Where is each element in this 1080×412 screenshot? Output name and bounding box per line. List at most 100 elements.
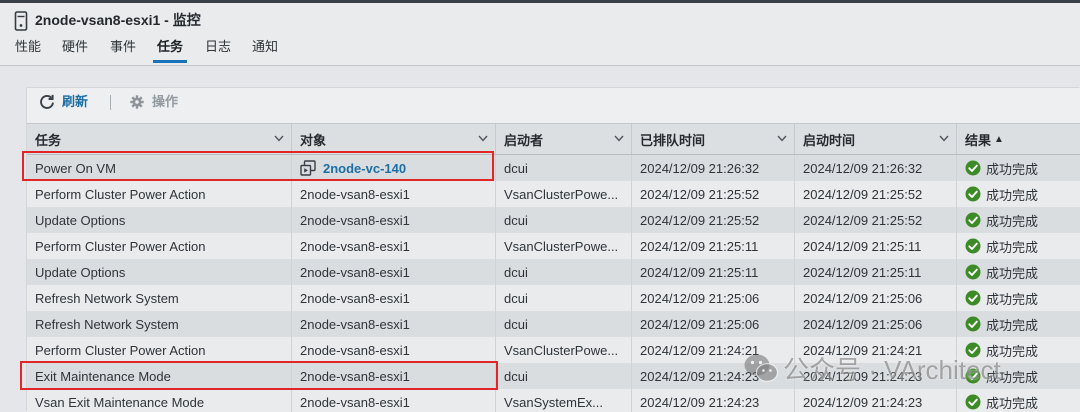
column-header-label: 已排队时间 — [640, 132, 706, 148]
object-link[interactable]: 2node-vc-140 — [323, 161, 406, 176]
column-header-result[interactable]: 结果 ▲ — [957, 124, 1080, 154]
page-title: 2node-vsan8-esxi1 - 监控 — [35, 12, 201, 28]
task-name: Refresh Network System — [35, 290, 179, 306]
result-cell: 成功完成 — [957, 181, 1080, 207]
object-cell: 2node-vsan8-esxi1 — [292, 207, 496, 233]
table-row[interactable]: Perform Cluster Power Action 2node-vsan8… — [27, 181, 1080, 207]
start-time-cell: 2024/12/09 21:25:11 — [795, 233, 957, 259]
tab-hardware[interactable]: 硬件 — [62, 38, 88, 56]
task-name: Perform Cluster Power Action — [35, 238, 206, 254]
toolbar-divider — [110, 95, 111, 110]
queued-time-cell: 2024/12/09 21:25:06 — [632, 311, 795, 337]
queued-time: 2024/12/09 21:25:52 — [640, 212, 760, 228]
queued-time: 2024/12/09 21:26:32 — [640, 160, 760, 176]
initiator-cell: dcui — [496, 311, 632, 337]
column-header-label: 任务 — [35, 132, 62, 148]
object-name: 2node-vsan8-esxi1 — [300, 212, 410, 228]
success-check-icon — [965, 186, 981, 202]
initiator: dcui — [504, 212, 528, 228]
chevron-down-icon[interactable] — [274, 135, 284, 142]
table-row[interactable]: Perform Cluster Power Action 2node-vsan8… — [27, 337, 1080, 363]
column-header-start-time[interactable]: 启动时间 — [795, 124, 957, 154]
tab-tasks[interactable]: 任务 — [157, 38, 183, 56]
chevron-down-icon[interactable] — [478, 135, 488, 142]
chevron-down-icon[interactable] — [614, 135, 624, 142]
object-name: 2node-vsan8-esxi1 — [300, 264, 410, 280]
tasks-panel: 刷新 操作 任务 对象 启动者 已排队时间 启动时间 结果 ▲ Power On… — [27, 88, 1080, 412]
result-cell: 成功完成 — [957, 285, 1080, 311]
object-cell: 2node-vsan8-esxi1 — [292, 389, 496, 412]
task-cell: Perform Cluster Power Action — [27, 337, 292, 363]
tab-performance[interactable]: 性能 — [15, 38, 41, 56]
task-name: Vsan Exit Maintenance Mode — [35, 394, 205, 410]
task-cell: Update Options — [27, 259, 292, 285]
chevron-down-icon[interactable] — [939, 135, 949, 142]
task-cell: Vsan Exit Maintenance Mode — [27, 389, 292, 412]
vm-icon — [300, 160, 316, 176]
task-cell: Perform Cluster Power Action — [27, 181, 292, 207]
success-check-icon — [965, 316, 981, 332]
table-row[interactable]: Exit Maintenance Mode 2node-vsan8-esxi1 … — [27, 363, 1080, 389]
initiator-cell: VsanSystemEx... — [496, 389, 632, 412]
chevron-down-icon[interactable] — [777, 135, 787, 142]
initiator: dcui — [504, 368, 528, 384]
task-name: Perform Cluster Power Action — [35, 342, 206, 358]
success-check-icon — [965, 238, 981, 254]
object-cell: 2node-vsan8-esxi1 — [292, 233, 496, 259]
result-status: 成功完成 — [986, 343, 1039, 359]
active-tab-indicator — [153, 60, 187, 63]
start-time-cell: 2024/12/09 21:25:52 — [795, 181, 957, 207]
initiator: VsanClusterPowe... — [504, 238, 619, 254]
column-header-queued-time[interactable]: 已排队时间 — [632, 124, 795, 154]
initiator: VsanClusterPowe... — [504, 342, 619, 358]
result-cell: 成功完成 — [957, 337, 1080, 363]
task-cell: Refresh Network System — [27, 311, 292, 337]
start-time-cell: 2024/12/09 21:25:06 — [795, 285, 957, 311]
initiator-cell: dcui — [496, 259, 632, 285]
tab-events[interactable]: 事件 — [110, 38, 136, 56]
initiator: dcui — [504, 160, 528, 176]
table-row[interactable]: Perform Cluster Power Action 2node-vsan8… — [27, 233, 1080, 259]
object-cell: 2node-vsan8-esxi1 — [292, 285, 496, 311]
success-check-icon — [965, 160, 981, 176]
column-header-label: 启动时间 — [803, 132, 856, 148]
start-time-cell: 2024/12/09 21:25:52 — [795, 207, 957, 233]
column-header-label: 对象 — [300, 132, 327, 148]
queued-time-cell: 2024/12/09 21:24:21 — [632, 337, 795, 363]
tab-notifications[interactable]: 通知 — [252, 38, 278, 56]
result-status: 成功完成 — [986, 187, 1039, 203]
table-row[interactable]: Update Options 2node-vsan8-esxi1 dcui 20… — [27, 207, 1080, 233]
object-name: 2node-vsan8-esxi1 — [300, 186, 410, 202]
queued-time: 2024/12/09 21:25:11 — [640, 238, 759, 254]
start-time: 2024/12/09 21:25:11 — [803, 264, 922, 280]
actions-button[interactable]: 操作 — [152, 93, 178, 111]
start-time: 2024/12/09 21:26:32 — [803, 160, 923, 176]
success-check-icon — [965, 290, 981, 306]
table-row[interactable]: Refresh Network System 2node-vsan8-esxi1… — [27, 311, 1080, 337]
table-row[interactable]: Vsan Exit Maintenance Mode 2node-vsan8-e… — [27, 389, 1080, 412]
column-header-object[interactable]: 对象 — [292, 124, 496, 154]
result-cell: 成功完成 — [957, 259, 1080, 285]
start-time-cell: 2024/12/09 21:25:06 — [795, 311, 957, 337]
table-row[interactable]: Power On VM 2node-vc-140 dcui 2024/12/09… — [27, 155, 1080, 181]
result-cell: 成功完成 — [957, 233, 1080, 259]
initiator: VsanClusterPowe... — [504, 186, 619, 202]
refresh-icon[interactable] — [39, 94, 55, 110]
column-header-task[interactable]: 任务 — [27, 124, 292, 154]
initiator-cell: VsanClusterPowe... — [496, 181, 632, 207]
queued-time: 2024/12/09 21:25:11 — [640, 264, 759, 280]
refresh-button[interactable]: 刷新 — [62, 93, 88, 111]
start-time: 2024/12/09 21:25:11 — [803, 238, 922, 254]
app-window: 2node-vsan8-esxi1 - 监控 性能 硬件 事件 任务 日志 通知… — [0, 0, 1080, 412]
success-check-icon — [965, 394, 981, 410]
tab-logs[interactable]: 日志 — [205, 38, 231, 56]
queued-time-cell: 2024/12/09 21:25:52 — [632, 181, 795, 207]
table-row[interactable]: Update Options 2node-vsan8-esxi1 dcui 20… — [27, 259, 1080, 285]
result-status: 成功完成 — [986, 265, 1039, 281]
page-header: 2node-vsan8-esxi1 - 监控 性能 硬件 事件 任务 日志 通知 — [0, 3, 1080, 66]
queued-time-cell: 2024/12/09 21:25:06 — [632, 285, 795, 311]
initiator-cell: dcui — [496, 207, 632, 233]
queued-time-cell: 2024/12/09 21:25:11 — [632, 233, 795, 259]
table-row[interactable]: Refresh Network System 2node-vsan8-esxi1… — [27, 285, 1080, 311]
column-header-initiator[interactable]: 启动者 — [496, 124, 632, 154]
